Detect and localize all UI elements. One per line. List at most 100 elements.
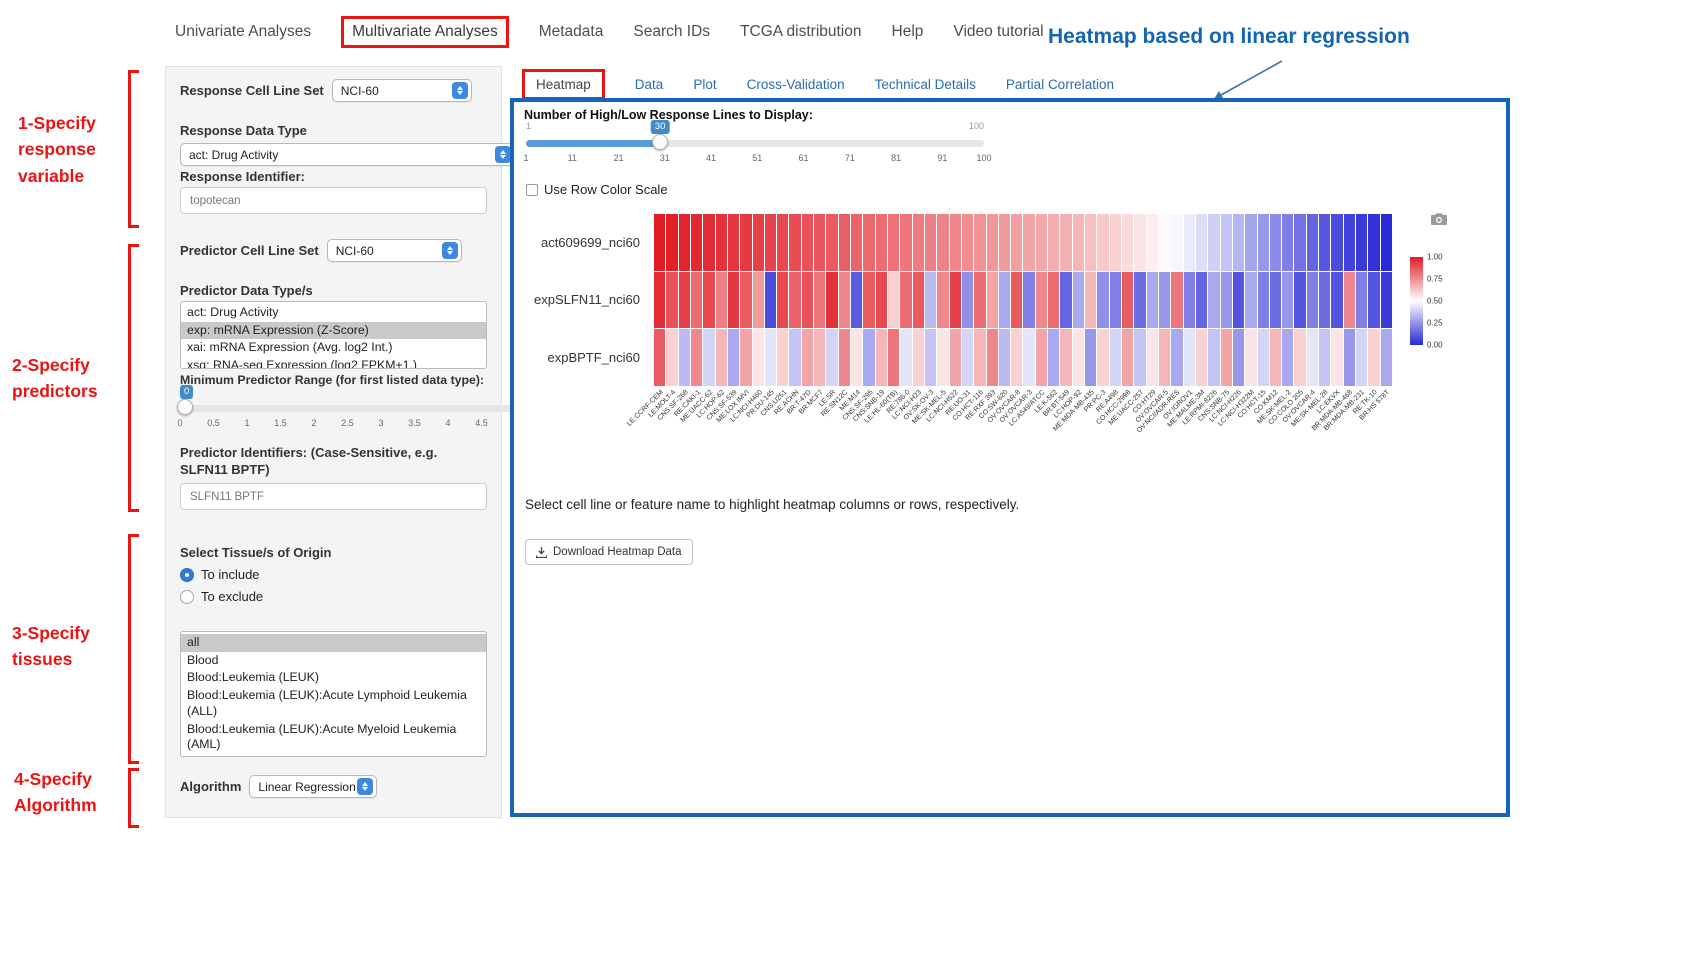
heatmap-row-label[interactable]: expSLFN11_nci60 xyxy=(514,271,646,328)
heatmap-cell xyxy=(1233,329,1244,386)
heatmap-grid[interactable] xyxy=(654,214,1392,386)
tab-heatmap[interactable]: Heatmap xyxy=(522,69,605,100)
heatmap-cell xyxy=(1036,329,1047,386)
slider-value-badge: 30 xyxy=(651,120,670,134)
slider-tick-label: 21 xyxy=(614,153,624,163)
tissue-include-radio-row[interactable]: To include xyxy=(180,567,487,582)
tissue-option[interactable]: Blood:Leukemia (LEUK):Acute Lymphoid Leu… xyxy=(181,687,486,720)
heatmap-cell xyxy=(1344,329,1355,386)
row-color-scale-checkbox[interactable] xyxy=(526,184,538,196)
predictor-data-type-list[interactable]: act: Drug Activityexp: mRNA Expression (… xyxy=(180,301,487,369)
tissue-option[interactable]: Blood xyxy=(181,652,486,670)
slider-tick-label: 100 xyxy=(976,153,991,163)
heatmap-cell xyxy=(1147,272,1158,329)
heatmap-cell xyxy=(937,329,948,386)
min-predictor-range-label: Minimum Predictor Range (for first liste… xyxy=(180,373,487,387)
heatmap-cell xyxy=(1171,214,1182,271)
tissue-option[interactable]: all xyxy=(181,634,486,652)
heatmap-cell xyxy=(691,329,702,386)
radio-unselected-icon[interactable] xyxy=(180,590,194,604)
heatmap-cell xyxy=(1208,272,1219,329)
tissue-list[interactable]: allBloodBlood:Leukemia (LEUK)Blood:Leuke… xyxy=(180,631,487,757)
heatmap-cell xyxy=(999,214,1010,271)
nav-item-video-tutorial[interactable]: Video tutorial xyxy=(953,23,1043,41)
heatmap-cell xyxy=(913,329,924,386)
tissue-exclude-radio-row[interactable]: To exclude xyxy=(180,589,487,604)
tab-partial-correlation[interactable]: Partial Correlation xyxy=(1006,77,1114,92)
slider-tick-label: 2 xyxy=(311,418,316,428)
heatmap-cell xyxy=(1356,329,1367,386)
heatmap-cell xyxy=(1097,329,1108,386)
predictor-identifiers-input[interactable]: SLFN11 BPTF xyxy=(180,483,487,510)
tissue-option[interactable]: Blood:Leukemia (LEUK):Acute Myeloid Leuk… xyxy=(181,721,486,754)
predictor-cell-line-set-select[interactable]: NCI-60 xyxy=(327,239,462,262)
heatmap-cell xyxy=(1085,272,1096,329)
heatmap-row-label[interactable]: expBPTF_nci60 xyxy=(514,329,646,386)
nav-item-univariate-analyses[interactable]: Univariate Analyses xyxy=(175,23,311,41)
nav-item-help[interactable]: Help xyxy=(892,23,924,41)
slider-min-label: 1 xyxy=(526,121,531,131)
min-predictor-range-slider: 0 5 00.511.522.533.544.55 xyxy=(180,389,515,435)
mini-slider-ticks: 00.511.522.533.544.55 xyxy=(180,418,515,432)
response-lines-slider: 1 100 30 1112131415161718191100 xyxy=(526,124,984,174)
heatmap-cell xyxy=(1196,214,1207,271)
heatmap-cell xyxy=(1270,272,1281,329)
predictor-identifiers-label: Predictor Identifiers: (Case-Sensitive, … xyxy=(180,445,487,479)
response-cell-line-set-select[interactable]: NCI-60 xyxy=(332,79,472,102)
heatmap-cell xyxy=(1048,214,1059,271)
legend-tick-label: 1.00 xyxy=(1427,253,1443,262)
heatmap-cell xyxy=(1060,214,1071,271)
nav-item-search-ids[interactable]: Search IDs xyxy=(633,23,710,41)
heatmap-cell xyxy=(740,272,751,329)
data-type-option[interactable]: xsq: RNA-seq Expression (log2 FPKM+1.) xyxy=(181,357,486,369)
slider-track[interactable] xyxy=(180,405,515,412)
select-caret-icon xyxy=(452,82,468,99)
heatmap-cell xyxy=(814,214,825,271)
heatmap-row-label[interactable]: act609699_nci60 xyxy=(514,214,646,271)
heatmap-cell xyxy=(1073,214,1084,271)
heatmap-cell xyxy=(1282,272,1293,329)
legend-tick-label: 0.25 xyxy=(1427,319,1443,328)
slider-handle[interactable] xyxy=(652,134,668,150)
response-data-type-value: act: Drug Activity xyxy=(189,148,278,162)
camera-icon[interactable] xyxy=(1430,212,1448,226)
heatmap-cell xyxy=(1344,272,1355,329)
algorithm-select[interactable]: Linear Regression xyxy=(249,775,377,798)
heatmap-cell xyxy=(999,272,1010,329)
algorithm-label: Algorithm xyxy=(180,779,241,794)
data-type-option[interactable]: act: Drug Activity xyxy=(181,304,486,322)
heatmap-cell xyxy=(728,214,739,271)
nav-item-metadata[interactable]: Metadata xyxy=(539,23,604,41)
step-bracket-1 xyxy=(128,70,139,228)
heatmap-cell xyxy=(1381,272,1392,329)
tissue-option[interactable]: Blood:Leukemia (LEUK):Chronic Myelogenou… xyxy=(181,754,486,757)
download-heatmap-data-button[interactable]: Download Heatmap Data xyxy=(525,539,693,565)
tab-technical-details[interactable]: Technical Details xyxy=(875,77,976,92)
heatmap-cell xyxy=(1221,272,1232,329)
algorithm-row: Algorithm Linear Regression xyxy=(180,775,487,798)
slider-handle[interactable] xyxy=(177,399,193,415)
annotation-heading: Heatmap based on linear regression xyxy=(1048,25,1410,49)
heatmap-cell xyxy=(925,329,936,386)
heatmap-cell xyxy=(839,272,850,329)
nav-item-multivariate-analyses[interactable]: Multivariate Analyses xyxy=(341,16,509,48)
heatmap-cell xyxy=(1221,214,1232,271)
tissue-option[interactable]: Blood:Leukemia (LEUK) xyxy=(181,669,486,687)
data-type-option[interactable]: xai: mRNA Expression (Avg. log2 Int.) xyxy=(181,339,486,357)
response-identifier-input[interactable]: topotecan xyxy=(180,187,487,214)
heatmap-cell xyxy=(1208,329,1219,386)
heatmap-cell xyxy=(826,272,837,329)
heatmap-cell xyxy=(654,329,665,386)
tab-plot[interactable]: Plot xyxy=(693,77,716,92)
radio-selected-icon[interactable] xyxy=(180,568,194,582)
heatmap-cell xyxy=(753,329,764,386)
tab-cross-validation[interactable]: Cross-Validation xyxy=(747,77,845,92)
heatmap-cell xyxy=(753,214,764,271)
heatmap-cell xyxy=(888,214,899,271)
data-type-option[interactable]: exp: mRNA Expression (Z-Score) xyxy=(181,322,486,340)
response-data-type-select[interactable]: act: Drug Activity xyxy=(180,143,515,166)
heatmap-cell xyxy=(937,272,948,329)
nav-item-tcga-distribution[interactable]: TCGA distribution xyxy=(740,23,861,41)
heatmap-cell xyxy=(1023,329,1034,386)
tab-data[interactable]: Data xyxy=(635,77,664,92)
